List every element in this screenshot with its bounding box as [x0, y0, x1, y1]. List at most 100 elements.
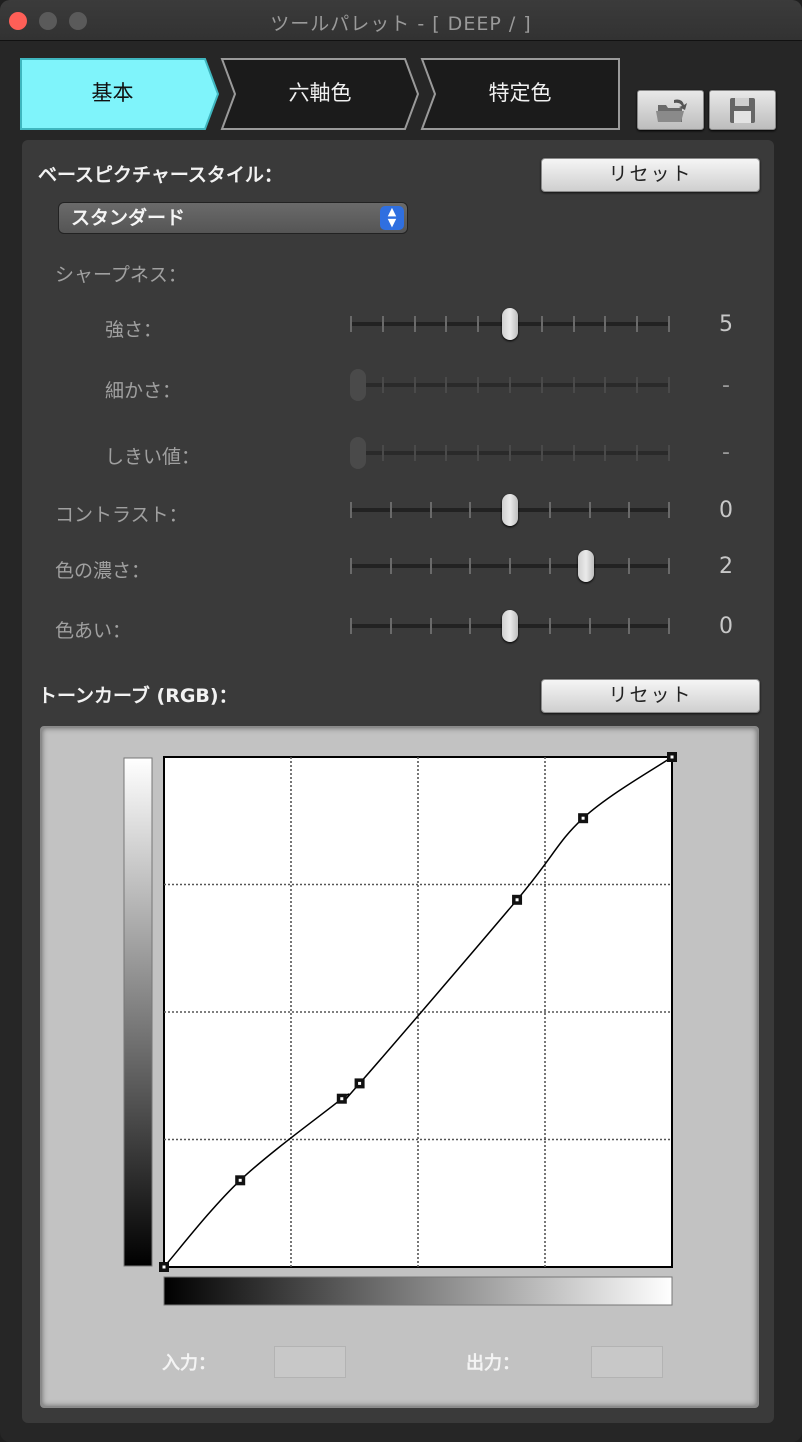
- slider-tick: [429, 618, 432, 634]
- tab-six-axis-label: 六軸色: [288, 81, 352, 105]
- slider-tick: [668, 502, 670, 518]
- sharpness-threshold-label: しきい値：: [105, 446, 201, 468]
- sharpness-strength-slider[interactable]: [350, 308, 670, 340]
- tone-curve-graph[interactable]: [42, 728, 757, 1406]
- output-label: 出力：: [466, 1353, 520, 1374]
- slider-tick: [350, 618, 352, 634]
- contrast-value: 0: [719, 498, 733, 523]
- slider-tick: [636, 377, 639, 393]
- title-bar[interactable]: ツールパレット - [ DEEP / ]: [0, 0, 802, 41]
- slider-tick: [413, 445, 416, 461]
- color-tone-value: 0: [719, 614, 733, 639]
- slider-tick: [381, 316, 384, 332]
- output-value-field[interactable]: [591, 1346, 663, 1378]
- input-value-field[interactable]: [274, 1346, 346, 1378]
- slider-tick: [509, 558, 511, 574]
- slider-tick: [469, 502, 472, 518]
- sharpness-threshold-slider[interactable]: [350, 437, 670, 469]
- curve-control-point-center: [340, 1097, 344, 1101]
- slider-tick: [548, 502, 551, 518]
- slider-tick: [413, 316, 416, 332]
- slider-tick: [628, 558, 631, 574]
- folder-open-icon: [656, 99, 687, 122]
- slider-thumb[interactable]: [502, 308, 518, 340]
- curve-control-point-center: [238, 1178, 242, 1182]
- slider-tick: [668, 377, 670, 393]
- chevron-up-down-icon: ▲ ▼: [380, 206, 404, 230]
- slider-thumb[interactable]: [502, 494, 518, 526]
- slider-thumb[interactable]: [350, 437, 366, 469]
- slider-thumb[interactable]: [350, 369, 366, 401]
- slider-tick: [628, 618, 631, 634]
- save-file-button[interactable]: [709, 90, 776, 130]
- slider-tick: [381, 377, 384, 393]
- slider-tick: [350, 502, 352, 518]
- color-saturation-slider[interactable]: [350, 550, 670, 582]
- slider-tick: [572, 377, 575, 393]
- slider-tick: [668, 316, 670, 332]
- color-saturation-value: 2: [719, 554, 733, 579]
- slider-thumb[interactable]: [578, 550, 594, 582]
- sharpness-threshold-value: -: [722, 440, 730, 465]
- slider-tick: [548, 618, 551, 634]
- output-gradient-bar: [123, 757, 153, 1267]
- slider-tick: [604, 445, 607, 461]
- color-saturation-label: 色の濃さ：: [55, 560, 151, 582]
- tool-palette-window: ツールパレット - [ DEEP / ] 基本 六軸色 特定色 ベースピクチャー…: [0, 0, 802, 1442]
- slider-tick: [381, 445, 384, 461]
- input-gradient-bar: [163, 1276, 673, 1306]
- tab-specific-color-label: 特定色: [488, 81, 552, 105]
- slider-tick: [668, 445, 670, 461]
- slider-tick: [389, 558, 392, 574]
- slider-tick: [445, 445, 448, 461]
- slider-tick: [540, 316, 543, 332]
- tab-bar: 基本 六軸色 特定色: [20, 58, 620, 130]
- slider-tick: [413, 377, 416, 393]
- slider-tick: [429, 558, 432, 574]
- slider-tick: [350, 558, 352, 574]
- slider-tick: [636, 316, 639, 332]
- slider-tick: [469, 618, 472, 634]
- curve-control-point-center: [358, 1081, 362, 1085]
- tone-curve-label: トーンカーブ (RGB)：: [38, 685, 238, 707]
- slider-tick: [636, 445, 639, 461]
- curve-control-point-center: [515, 898, 519, 902]
- tab-specific-color[interactable]: 特定色: [420, 58, 620, 130]
- slider-tick: [389, 618, 392, 634]
- slider-tick: [572, 316, 575, 332]
- color-tone-slider[interactable]: [350, 610, 670, 642]
- slider-thumb[interactable]: [502, 610, 518, 642]
- slider-tick: [604, 377, 607, 393]
- tab-basic-label: 基本: [91, 81, 134, 105]
- tone-curve-frame: 入力： 出力：: [40, 726, 759, 1408]
- tab-six-axis[interactable]: 六軸色: [220, 58, 420, 130]
- slider-tick: [548, 558, 551, 574]
- open-file-button[interactable]: [637, 90, 704, 130]
- slider-tick: [469, 558, 472, 574]
- input-label: 入力：: [162, 1353, 216, 1374]
- curve-control-point-center: [670, 755, 674, 759]
- slider-tick: [445, 377, 448, 393]
- slider-tick: [509, 377, 511, 393]
- base-picture-style-label: ベースピクチャースタイル：: [38, 164, 283, 186]
- slider-tick: [572, 445, 575, 461]
- color-tone-label: 色あい：: [55, 620, 132, 642]
- slider-tick: [477, 316, 480, 332]
- slider-tick: [389, 502, 392, 518]
- curve-control-point-center: [162, 1265, 166, 1269]
- slider-tick: [668, 618, 670, 634]
- slider-tick: [350, 316, 352, 332]
- slider-tick: [588, 502, 591, 518]
- picture-style-select[interactable]: スタンダード ▲ ▼: [58, 202, 408, 234]
- slider-tick: [477, 377, 480, 393]
- base-style-reset-button[interactable]: リセット: [541, 158, 760, 192]
- tone-curve-reset-button[interactable]: リセット: [541, 679, 760, 713]
- window-title: ツールパレット - [ DEEP / ]: [270, 13, 532, 35]
- tab-basic[interactable]: 基本: [20, 58, 220, 130]
- sharpness-label: シャープネス：: [55, 264, 187, 286]
- slider-tick: [668, 558, 670, 574]
- slider-tick: [588, 618, 591, 634]
- contrast-slider[interactable]: [350, 494, 670, 526]
- sharpness-fineness-slider[interactable]: [350, 369, 670, 401]
- slider-tick: [540, 377, 543, 393]
